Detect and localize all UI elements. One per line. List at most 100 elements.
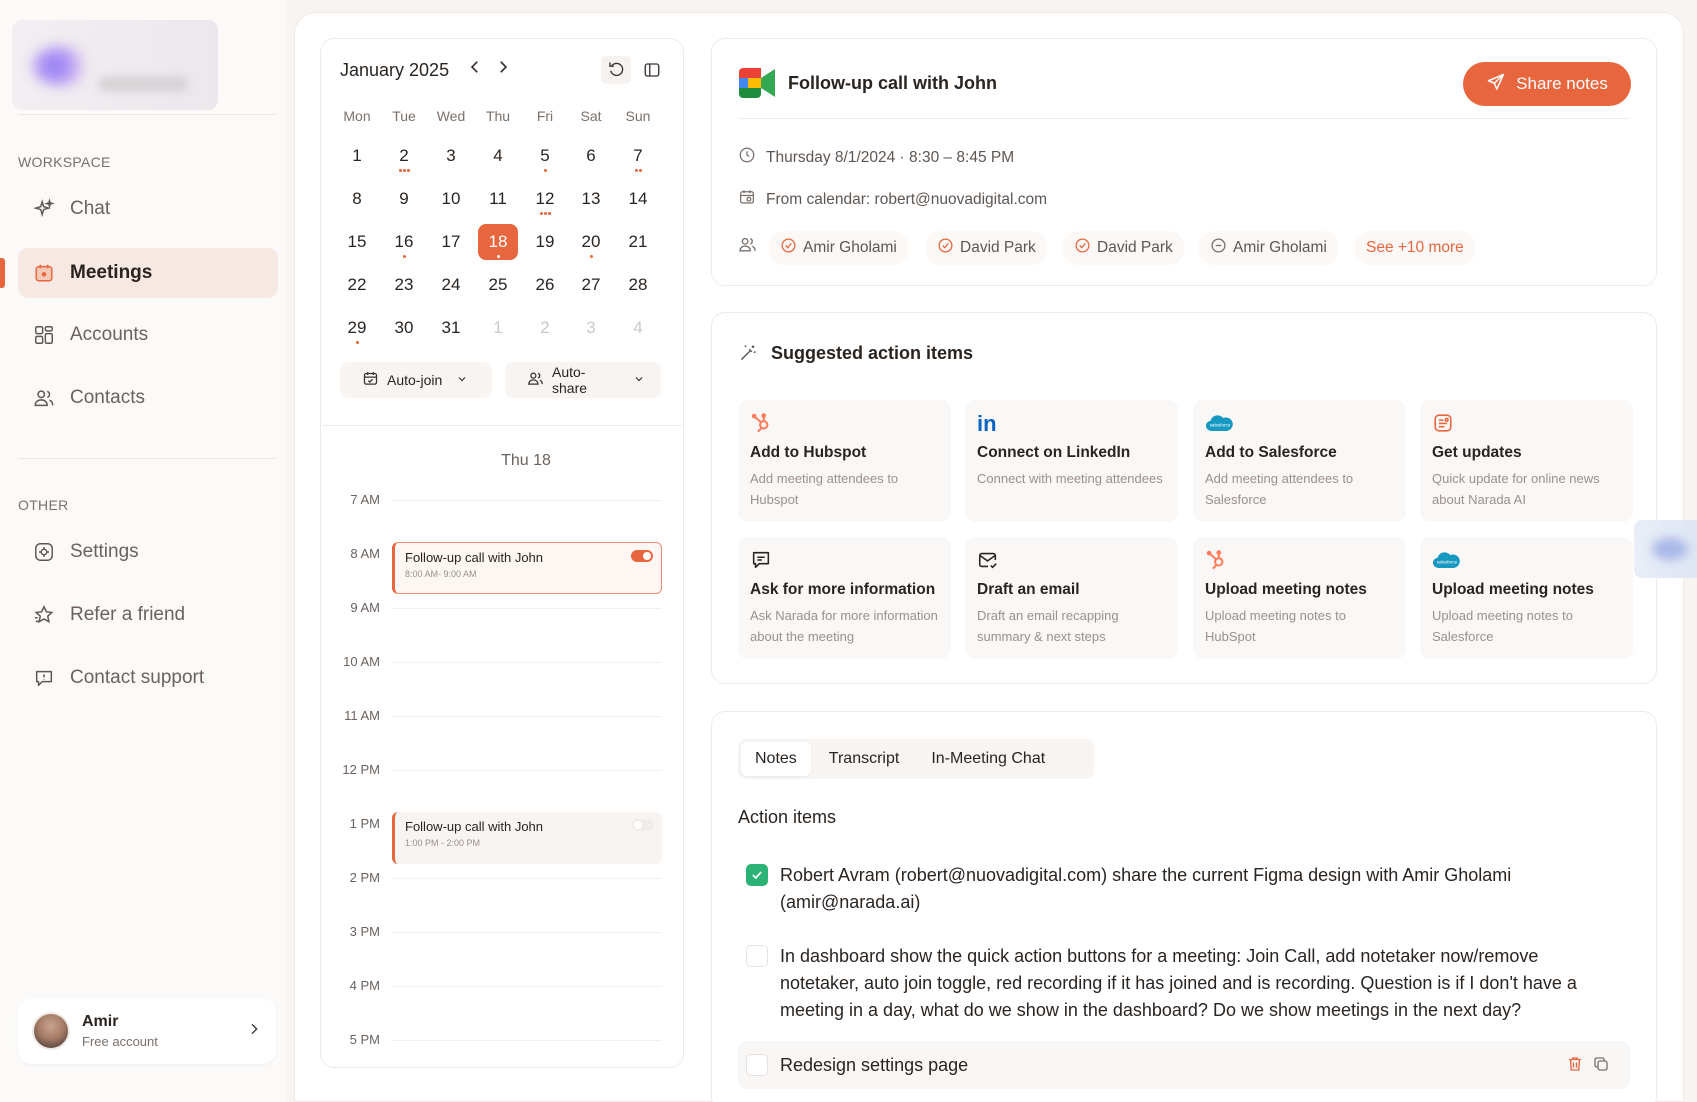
calendar-day[interactable]: 31 (431, 310, 471, 346)
floating-assistant-button[interactable] (1634, 520, 1697, 578)
hour-gridline (392, 500, 662, 501)
suggested-action-card[interactable]: in Connect on LinkedIn Connect with meetin… (965, 400, 1178, 522)
calendar-day[interactable]: 2 (525, 310, 565, 346)
suggested-action-card[interactable]: Draft an email Draft an email recapping s… (965, 537, 1178, 659)
event-record-toggle[interactable] (631, 550, 653, 562)
calendar-day[interactable]: 25 (478, 267, 518, 303)
attendee-chip[interactable]: David Park (1062, 231, 1185, 265)
day-number: 22 (347, 275, 367, 294)
calendar-day[interactable]: 24 (431, 267, 471, 303)
chevron-left-icon[interactable] (466, 58, 484, 81)
calendar-day[interactable]: 11 (478, 181, 518, 217)
action-item: In dashboard show the quick action butto… (746, 943, 1606, 1024)
calendar-day[interactable]: 14 (618, 181, 658, 217)
suggested-action-card[interactable]: Add to Hubspot Add meeting attendees to H… (738, 400, 951, 522)
suggested-action-card[interactable]: Upload meeting notes Upload meeting notes… (1193, 537, 1406, 659)
sidebar-item-label: Meetings (70, 262, 153, 283)
calendar-day[interactable]: 6 (571, 138, 611, 174)
calendar-day[interactable]: 15 (337, 224, 377, 260)
calendar-day[interactable]: 8 (337, 181, 377, 217)
suggested-action-card[interactable]: salesforce Upload meeting notes Upload mee… (1420, 537, 1633, 659)
calendar-day[interactable]: 2 (384, 138, 424, 174)
calendar-day[interactable]: 5 (525, 138, 565, 174)
calendar-day[interactable]: 3 (431, 138, 471, 174)
day-number: 1 (352, 146, 362, 165)
suggested-action-card[interactable]: salesforce Add to Salesforce Add meeting a… (1193, 400, 1406, 522)
tab-transcript[interactable]: Transcript (815, 742, 914, 776)
day-number: 6 (586, 146, 596, 165)
checkbox[interactable] (746, 864, 768, 886)
sidebar-item-contacts[interactable]: Contacts (18, 373, 278, 423)
trash-icon[interactable] (1566, 1055, 1584, 1078)
calendar-day[interactable]: 12 (525, 181, 565, 217)
news-icon (1432, 410, 1621, 436)
user-account-card[interactable]: Amir Free account (18, 998, 276, 1064)
event-record-toggle[interactable] (632, 819, 654, 831)
sidebar-item-meetings[interactable]: Meetings (18, 248, 278, 298)
undo-icon[interactable] (601, 56, 631, 84)
calendar-event[interactable]: Follow-up call with John 8:00 AM- 9:00 A… (392, 542, 662, 594)
avatar (32, 1012, 70, 1050)
sidebar-item-chat[interactable]: Chat (18, 184, 278, 234)
app-logo[interactable] (12, 20, 218, 110)
check-circle-icon (780, 237, 797, 259)
calendar-day[interactable]: 7 (618, 138, 658, 174)
calendar-event[interactable]: Follow-up call with John 1:00 PM - 2:00 … (392, 812, 662, 864)
calendar-day[interactable]: 9 (384, 181, 424, 217)
checkbox[interactable] (746, 945, 768, 967)
calendar-day[interactable]: 26 (525, 267, 565, 303)
chevron-right-icon (246, 1021, 262, 1042)
calendar-day[interactable]: 13 (571, 181, 611, 217)
see-more-attendees[interactable]: See +10 more (1354, 231, 1476, 265)
calendar-day[interactable]: 4 (618, 310, 658, 346)
attendee-chip[interactable]: Amir Gholami (1198, 231, 1339, 265)
action-item-text[interactable]: Robert Avram (robert@nuovadigital.com) s… (780, 862, 1606, 916)
chevron-right-icon[interactable] (494, 58, 512, 81)
user-plan: Free account (82, 1034, 158, 1049)
calendar-day[interactable]: 20 (571, 224, 611, 260)
calendar-day[interactable]: 10 (431, 181, 471, 217)
calendar-day[interactable]: 19 (525, 224, 565, 260)
tab-in-meeting-chat[interactable]: In-Meeting Chat (917, 742, 1059, 776)
action-item: Robert Avram (robert@nuovadigital.com) s… (746, 862, 1606, 916)
action-item-text[interactable]: Redesign settings page (780, 1052, 968, 1079)
calendar-day[interactable]: 16 (384, 224, 424, 260)
event-time: 8:00 AM- 9:00 AM (405, 569, 477, 579)
suggested-action-card[interactable]: Ask for more information Ask Narada for m… (738, 537, 951, 659)
share-notes-button[interactable]: Share notes (1463, 62, 1631, 106)
calendar-day[interactable]: 23 (384, 267, 424, 303)
calendar-day[interactable]: 4 (478, 138, 518, 174)
weekday-label: Fri (536, 108, 554, 124)
calendar-day[interactable]: 22 (337, 267, 377, 303)
sidebar-item-refer[interactable]: Refer a friend (18, 590, 278, 640)
day-number: 3 (586, 318, 596, 337)
sidebar-item-settings[interactable]: Settings (18, 527, 278, 577)
event-dots (337, 341, 377, 345)
calendar-day[interactable]: 28 (618, 267, 658, 303)
calendar-day[interactable]: 29 (337, 310, 377, 346)
sidebar-item-accounts[interactable]: Accounts (18, 310, 278, 360)
calendar-day[interactable]: 3 (571, 310, 611, 346)
suggested-action-card[interactable]: Get updates Quick update for online news … (1420, 400, 1633, 522)
sidebar-item-contact-support[interactable]: Contact support (18, 653, 278, 703)
panel-toggle-icon[interactable] (637, 56, 667, 84)
calendar-day-today[interactable]: 18 (478, 224, 518, 260)
attendee-chip[interactable]: Amir Gholami (768, 231, 909, 265)
calendar-day[interactable]: 21 (618, 224, 658, 260)
auto-share-dropdown[interactable]: Auto-share (505, 362, 661, 398)
calendar-day[interactable]: 1 (337, 138, 377, 174)
calendar-day[interactable]: 17 (431, 224, 471, 260)
attendee-chip[interactable]: David Park (925, 231, 1048, 265)
calendar-day[interactable]: 1 (478, 310, 518, 346)
copy-icon[interactable] (1592, 1055, 1610, 1078)
action-item-text[interactable]: In dashboard show the quick action butto… (780, 943, 1606, 1024)
tab-notes[interactable]: Notes (741, 742, 811, 776)
chat-bubble-icon (750, 547, 939, 573)
checkbox[interactable] (746, 1054, 768, 1076)
auto-join-dropdown[interactable]: Auto-join (340, 362, 492, 398)
calendar-day[interactable]: 30 (384, 310, 424, 346)
calendar-day[interactable]: 27 (571, 267, 611, 303)
day-number: 3 (446, 146, 456, 165)
event-dots (525, 212, 565, 216)
check-circle-icon (937, 237, 954, 259)
